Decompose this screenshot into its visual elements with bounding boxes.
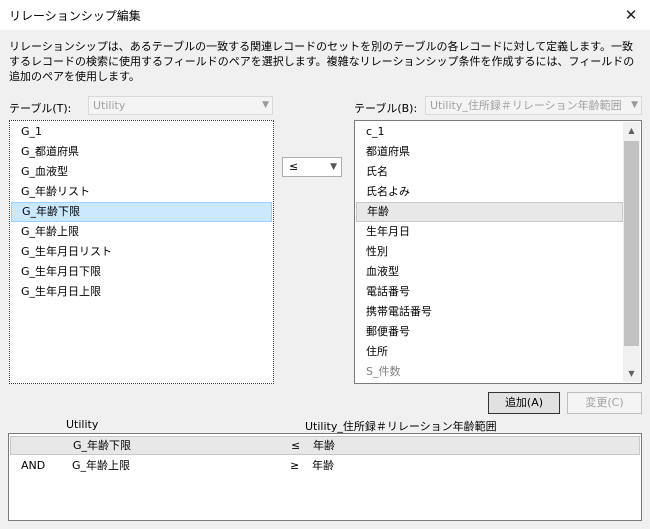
vertical-scrollbar[interactable]: ▲ ▼ [623,122,640,382]
field-list-item[interactable]: G_年齢上限 [11,222,272,242]
field-list-item[interactable]: 郵便番号 [356,322,623,342]
field-list-item[interactable]: S_件数 [356,362,623,382]
operator-value: ≤ [289,160,299,173]
field-list-item[interactable]: 年齢 [356,202,623,222]
left-table-select[interactable]: Utility ▼ [88,96,273,115]
relation-row[interactable]: G_年齢下限 ≤ 年齢 [10,436,640,455]
relation-operator: ≤ [291,439,301,452]
right-table-value: Utility_住所録＃リレーション年齢範囲 [430,99,622,112]
scroll-up-icon[interactable]: ▲ [623,122,640,139]
title-bar: リレーションシップ編集 ✕ [0,0,650,30]
description-text: リレーションシップは、あるテーブルの一致する関連レコードのセットを別のテーブルの… [9,40,635,83]
field-list-item[interactable]: 氏名よみ [356,182,623,202]
chevron-down-icon: ▼ [330,162,337,172]
field-list-item[interactable]: c_1 [356,122,623,142]
field-list-item[interactable]: G_生年月日下限 [11,262,272,282]
chevron-down-icon: ▼ [631,100,638,110]
scrollbar-thumb[interactable] [624,141,639,346]
relation-right-field: 年齢 [312,459,334,472]
close-icon[interactable]: ✕ [618,3,644,27]
relations-header-left: Utility [66,418,99,431]
field-list-item[interactable]: G_生年月日上限 [11,282,272,302]
left-table-label: テーブル(T): [9,102,72,115]
left-field-list[interactable]: G_1 G_都道府県 G_血液型 G_年齢リスト G_年齢下限 G_年齢上限 G_生年月日リ… [9,120,274,384]
field-list-item[interactable]: 携帯電話番号 [356,302,623,322]
right-table-label: テーブル(B): [354,102,418,115]
relation-right-field: 年齢 [313,439,335,452]
scroll-down-icon[interactable]: ▼ [623,365,640,382]
right-field-list[interactable]: ▲ ▼ c_1 都道府県 氏名 氏名よみ 年齢 生年月日 性別 血液型 電話番号 携帯電話番号 郵便… [354,120,642,384]
left-table-value: Utility [93,99,126,112]
field-list-item[interactable]: 性別 [356,242,623,262]
operator-select[interactable]: ≤ ▼ [282,157,342,177]
relation-row[interactable]: AND G_年齢上限 ≥ 年齢 [10,456,640,475]
field-list-item[interactable]: 生年月日 [356,222,623,242]
relation-operator: ≥ [290,459,300,472]
field-list-item[interactable]: 血液型 [356,262,623,282]
add-button[interactable]: 追加(A) [488,392,560,414]
relation-left-field: G_年齢下限 [73,439,132,452]
field-list-item[interactable]: G_都道府県 [11,142,272,162]
relation-left-field: G_年齢上限 [72,459,131,472]
field-list-item[interactable]: G_年齢リスト [11,182,272,202]
field-list-item[interactable]: 氏名 [356,162,623,182]
field-list-item[interactable]: 都道府県 [356,142,623,162]
change-button[interactable]: 変更(C) [567,392,642,414]
relations-table[interactable]: G_年齢下限 ≤ 年齢 AND G_年齢上限 ≥ 年齢 [8,433,642,521]
field-list-item[interactable]: 住所 [356,342,623,362]
field-list-item[interactable]: G_生年月日リスト [11,242,272,262]
relation-conjunction: AND [21,459,46,472]
field-list-item[interactable]: G_1 [11,122,272,142]
relations-header-right: Utility_住所録＃リレーション年齢範囲 [305,420,497,433]
field-list-item[interactable]: G_年齢下限 [11,202,272,222]
right-table-select[interactable]: Utility_住所録＃リレーション年齢範囲 ▼ [425,96,642,115]
field-list-item[interactable]: G_血液型 [11,162,272,182]
chevron-down-icon: ▼ [262,100,269,110]
field-list-item[interactable]: 電話番号 [356,282,623,302]
window-title: リレーションシップ編集 [9,9,141,23]
